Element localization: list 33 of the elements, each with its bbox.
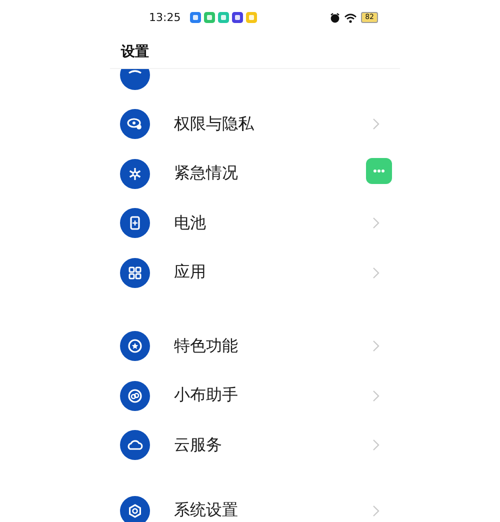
chevron-icon (372, 266, 380, 279)
snowflake-icon (120, 158, 150, 189)
battery-icon (120, 208, 150, 238)
settings-item[interactable]: 云服务 (110, 420, 400, 470)
app-notification-icon (232, 12, 243, 23)
more-button[interactable] (366, 158, 392, 184)
assistant-icon (120, 380, 150, 411)
chevron-icon (372, 217, 380, 230)
settings-item[interactable]: 权限与隐私 (110, 100, 400, 149)
settings-item[interactable]: 系统设置 (110, 486, 400, 522)
eye-lock-icon (120, 109, 150, 140)
page-title: 设置 (121, 42, 149, 60)
app-notification-icon (218, 12, 229, 23)
grid-icon (120, 258, 150, 288)
app-notification-icon (204, 12, 215, 23)
settings-item[interactable]: 紧急情况 (110, 149, 400, 198)
chevron-icon (372, 340, 380, 352)
settings-item[interactable]: 特色功能 (110, 322, 400, 371)
clock-time: 13:25 (149, 11, 181, 24)
wifi-icon (344, 12, 358, 22)
settings-item[interactable]: 电池 (110, 198, 400, 248)
alarm-icon (330, 12, 340, 22)
app-notification-icon (246, 12, 257, 23)
chevron-icon (372, 504, 380, 517)
gear-icon (120, 496, 150, 522)
app-notification-icon (190, 12, 201, 23)
chevron-icon (372, 390, 380, 402)
chevron-icon (372, 439, 380, 452)
cloud-icon (120, 430, 150, 460)
chevron-icon (372, 118, 380, 130)
settings-item[interactable]: 应用 (110, 248, 400, 298)
settings-item[interactable]: 小布助手 (110, 371, 400, 420)
more-icon (373, 169, 385, 173)
